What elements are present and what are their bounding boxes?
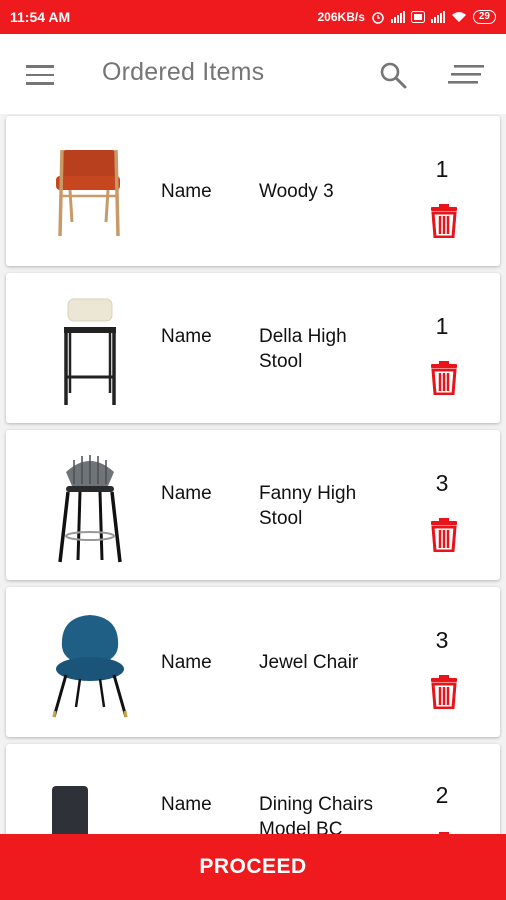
item-name: Della High Stool <box>259 326 347 372</box>
list-item[interactable]: Name Woody 3 1 <box>6 116 500 266</box>
item-name: Woody 3 <box>259 181 334 202</box>
item-name-label: Name <box>161 483 212 504</box>
item-image <box>64 298 116 405</box>
status-time: 11:54 AM <box>10 9 71 25</box>
item-name: Fanny High Stool <box>259 483 357 529</box>
page-title: Ordered Items <box>102 58 265 86</box>
delete-icon[interactable] <box>430 361 458 395</box>
item-name-label: Name <box>161 794 212 815</box>
search-icon[interactable] <box>378 60 408 90</box>
list-item[interactable]: Name Della High Stool 1 <box>6 273 500 423</box>
hamburger-menu-icon[interactable] <box>26 65 54 85</box>
status-bar: 11:54 AM 206KB/s 29 <box>0 0 506 34</box>
item-name-label: Name <box>161 181 212 202</box>
item-quantity: 2 <box>435 782 449 808</box>
network-speed: 206KB/s <box>317 10 365 24</box>
item-image <box>52 615 128 718</box>
item-image <box>58 455 122 563</box>
delete-icon[interactable] <box>430 204 458 238</box>
item-name-label: Name <box>161 652 212 673</box>
alarm-icon <box>372 12 384 24</box>
list-item[interactable]: Name Dining Chairs Model BC 350 2 <box>6 744 500 834</box>
wifi-icon <box>451 12 466 22</box>
item-name: Dining Chairs Model BC 350 <box>259 794 374 834</box>
signal-icon <box>390 11 405 23</box>
item-quantity: 1 <box>435 156 449 182</box>
status-icons: 206KB/s 29 <box>317 10 496 24</box>
item-quantity: 1 <box>435 313 449 339</box>
item-image <box>52 786 88 834</box>
item-name: Jewel Chair <box>259 652 359 673</box>
sort-icon[interactable] <box>448 63 484 87</box>
volte-icon <box>410 11 425 23</box>
list-item[interactable]: Name Jewel Chair 3 <box>6 587 500 737</box>
proceed-button[interactable]: PROCEED <box>0 834 506 900</box>
ordered-items-list[interactable]: Name Woody 3 1 Name Della High Stool 1 N… <box>0 114 506 834</box>
item-name-label: Name <box>161 326 212 347</box>
signal-icon-2 <box>430 11 445 23</box>
delete-icon[interactable] <box>430 518 458 552</box>
item-quantity: 3 <box>435 470 449 496</box>
item-image <box>56 149 120 237</box>
battery-icon: 29 <box>472 10 496 24</box>
list-item[interactable]: Name Fanny High Stool 3 <box>6 430 500 580</box>
app-bar: Ordered Items <box>0 34 506 114</box>
item-quantity: 3 <box>435 627 449 653</box>
delete-icon[interactable] <box>430 675 458 709</box>
